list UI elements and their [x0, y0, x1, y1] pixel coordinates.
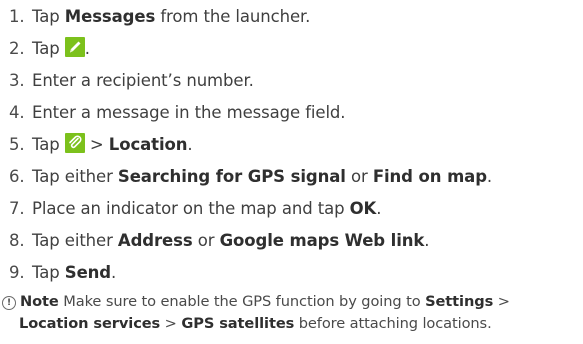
info-circle-icon: ! — [2, 296, 16, 310]
step-number: 5. — [9, 135, 25, 154]
step-number: 6. — [9, 167, 25, 186]
step-text: Tap — [32, 39, 65, 58]
step-9: 9. Tap Send. — [0, 258, 116, 288]
step-8: 8. Tap either Address or Google maps Web … — [0, 226, 430, 256]
step-text: > — [84, 135, 109, 154]
step-text: Tap — [32, 263, 65, 282]
note-text: > — [160, 315, 182, 332]
pencil-icon — [64, 37, 85, 57]
step-text: Tap either — [32, 231, 118, 250]
note-box: ! Note Make sure to enable the GPS functi… — [2, 291, 582, 335]
paperclip-icon — [64, 133, 85, 153]
step-bold-term: Send — [64, 263, 112, 282]
note-text: before attaching locations. — [294, 315, 492, 332]
step-bold-term: Google maps Web link — [219, 231, 425, 250]
step-number: 8. — [9, 231, 25, 250]
step-text: or — [192, 231, 220, 250]
step-bold-term: OK — [349, 199, 377, 218]
step-number: 2. — [9, 39, 25, 58]
step-text: . — [187, 135, 193, 154]
note-bold-term: Location services — [19, 315, 161, 332]
step-text: from the launcher. — [155, 7, 311, 26]
step-text: or — [345, 167, 373, 186]
step-text: Tap either — [32, 167, 118, 186]
step-number: 4. — [9, 103, 25, 122]
step-2: 2. Tap . — [0, 34, 90, 64]
step-4: 4. Enter a message in the message field. — [0, 98, 346, 128]
step-bold-term: Find on map — [372, 167, 487, 186]
note-bold-term: GPS satellites — [181, 315, 295, 332]
instruction-document: 1. Tap Messages from the launcher. 2. Tap … — [0, 0, 583, 344]
step-1: 1. Tap Messages from the launcher. — [0, 2, 310, 32]
step-text: . — [376, 199, 382, 218]
step-5: 5. Tap > Location. — [0, 130, 193, 160]
note-bold-term: Settings — [425, 293, 494, 310]
step-bold-term: Address — [117, 231, 193, 250]
step-text: Tap — [32, 7, 65, 26]
step-text: Enter a message in the message field. — [32, 103, 346, 122]
step-text: Enter a recipient’s number. — [32, 71, 254, 90]
step-text: . — [486, 167, 493, 186]
step-text: . — [424, 231, 430, 250]
step-number: 7. — [9, 199, 25, 218]
note-label: Note — [20, 293, 59, 310]
note-text: > — [493, 293, 510, 310]
step-6: 6. Tap either Searching for GPS signal or… — [0, 162, 492, 192]
step-text: . — [84, 39, 90, 58]
step-number: 3. — [9, 71, 25, 90]
step-text: . — [111, 263, 117, 282]
step-bold-term: Messages — [64, 7, 156, 26]
step-3: 3. Enter a recipient’s number. — [0, 66, 254, 96]
step-number: 9. — [9, 263, 25, 282]
step-7: 7. Place an indicator on the map and tap … — [0, 194, 382, 224]
note-text: Make sure to enable the GPS function by … — [58, 293, 426, 310]
step-text: Place an indicator on the map and tap — [32, 199, 350, 218]
step-bold-term: Location — [108, 135, 188, 154]
step-number: 1. — [9, 7, 25, 26]
step-bold-term: Searching for GPS signal — [117, 167, 346, 186]
step-text: Tap — [32, 135, 65, 154]
